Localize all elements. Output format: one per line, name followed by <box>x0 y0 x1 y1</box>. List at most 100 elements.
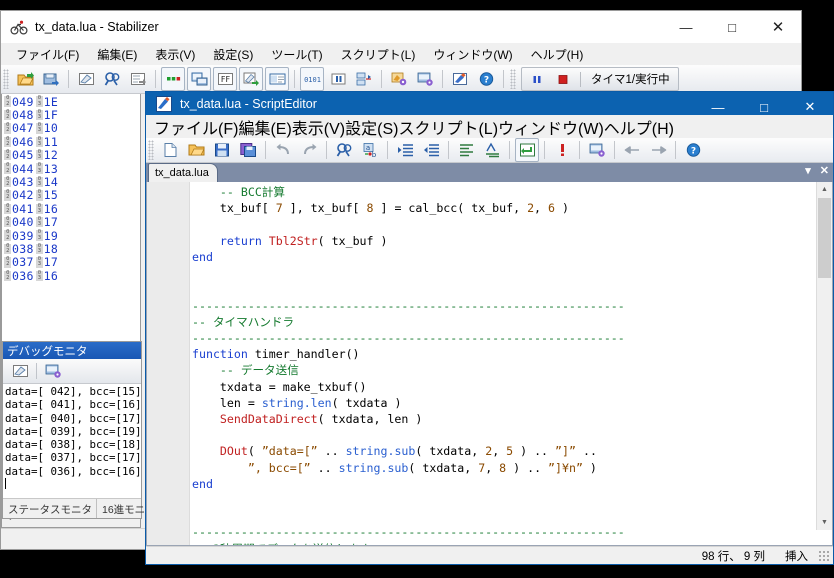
code-token: ( tx_buf ) <box>317 233 388 248</box>
toolbar-separator <box>387 141 388 160</box>
save-all-icon[interactable] <box>236 138 260 162</box>
find-icon[interactable] <box>332 138 356 162</box>
save-icon[interactable] <box>210 138 234 162</box>
menu-item-view[interactable]: 表示(V) <box>292 115 345 139</box>
find-icon[interactable] <box>100 67 124 91</box>
hex-value: 039 <box>12 228 34 243</box>
monitor-settings-icon[interactable] <box>41 359 65 383</box>
toolbar-grip[interactable] <box>3 69 9 89</box>
menu-item-view[interactable]: 表示(V) <box>146 44 204 65</box>
menu-item-settings[interactable]: 設定(S) <box>204 44 262 65</box>
help-icon[interactable]: ? <box>474 67 498 91</box>
erase-icon[interactable] <box>74 67 98 91</box>
code-text[interactable]: -- BCC計算 tx_buf[ 7 ], tx_buf[ 8 ] = cal_… <box>190 182 832 545</box>
clear-monitor-icon[interactable] <box>8 359 32 383</box>
menu-item-help[interactable]: ヘルプ(H) <box>604 115 674 139</box>
code-token: , <box>492 444 507 459</box>
new-file-icon[interactable] <box>158 138 182 162</box>
window-gear-icon[interactable] <box>413 67 437 91</box>
scroll-down-button[interactable]: ▼ <box>817 515 832 531</box>
edit-send-icon[interactable] <box>239 67 263 91</box>
outdent-icon[interactable] <box>480 138 504 162</box>
maximize-button[interactable]: □ <box>709 11 755 43</box>
redo-icon[interactable] <box>297 138 321 162</box>
stx-marker: 02 <box>4 122 11 134</box>
hex-value: 037 <box>12 255 34 270</box>
document-tab[interactable]: tx_data.lua <box>148 163 218 183</box>
forward-arrow-icon[interactable] <box>646 138 670 162</box>
pause-bars-icon[interactable] <box>326 67 350 91</box>
stx-marker: 02 <box>4 109 11 121</box>
maximize-button[interactable]: □ <box>741 92 787 122</box>
undo-icon[interactable] <box>271 138 295 162</box>
debug-monitor-title: デバッグモニタ <box>3 342 141 359</box>
hex-row: 0 2 037 0 3 17 <box>4 255 140 270</box>
code-line: ----------------------------------------… <box>192 298 832 314</box>
code-token: .. <box>575 444 597 459</box>
close-button[interactable]: ✕ <box>787 92 833 122</box>
hex-value: 040 <box>12 215 34 230</box>
menu-item-settings[interactable]: 設定(S) <box>345 115 398 139</box>
menu-item-file[interactable]: ファイル(F) <box>7 44 88 65</box>
etx-marker: 03 <box>35 189 43 201</box>
open-file-icon[interactable] <box>13 67 37 91</box>
code-editor-area[interactable]: -- BCC計算 tx_buf[ 7 ], tx_buf[ 8 ] = cal_… <box>146 182 833 547</box>
indent-increase-icon[interactable] <box>393 138 417 162</box>
code-token: len = <box>192 395 262 410</box>
scroll-up-button[interactable]: ▲ <box>817 182 832 198</box>
code-token: end <box>192 249 213 264</box>
align-left-icon[interactable] <box>454 138 478 162</box>
indent-decrease-icon[interactable] <box>419 138 443 162</box>
tab-list-dropdown[interactable]: ▾ <box>805 164 811 177</box>
menu-item-window[interactable]: ウィンドウ(W) <box>498 115 604 139</box>
binary-icon[interactable]: 0101 <box>300 67 324 91</box>
pause-icon[interactable] <box>525 67 549 91</box>
close-document-icon[interactable]: ✕ <box>820 164 829 177</box>
jump-icon[interactable] <box>126 67 150 91</box>
split-view-icon[interactable] <box>265 67 289 91</box>
monitor-icon[interactable] <box>187 67 211 91</box>
back-arrow-icon[interactable] <box>620 138 644 162</box>
menu-item-edit[interactable]: 編集(E) <box>88 44 146 65</box>
led-indicator-icon[interactable] <box>161 67 185 91</box>
menu-item-file[interactable]: ファイル(F) <box>154 115 238 139</box>
menu-item-script[interactable]: スクリプト(L) <box>398 115 498 139</box>
timer-toolbar-grip[interactable] <box>510 69 516 89</box>
menu-item-window[interactable]: ウィンドウ(W) <box>424 44 521 65</box>
menu-item-script[interactable]: スクリプト(L) <box>332 44 425 65</box>
toolbar-separator <box>326 141 327 160</box>
stx-marker: 02 <box>4 230 11 241</box>
script-settings-icon[interactable] <box>585 138 609 162</box>
hex-row: 0 2 045 0 3 12 <box>4 148 140 162</box>
close-button[interactable]: ✕ <box>755 11 801 43</box>
minimize-button[interactable]: — <box>695 92 741 122</box>
settings-gear-icon[interactable] <box>387 67 411 91</box>
script-editor-title-bar[interactable]: tx_data.lua - ScriptEditor — □ ✕ <box>146 92 833 116</box>
insert-mode-label: 挿入 <box>785 550 808 563</box>
menu-item-help[interactable]: ヘルプ(H) <box>522 44 593 65</box>
stop-icon[interactable] <box>551 67 575 91</box>
run-script-icon[interactable] <box>515 138 539 163</box>
menu-item-edit[interactable]: 編集(E) <box>238 115 291 139</box>
replace-icon[interactable]: a b <box>358 138 382 162</box>
editor-vertical-scrollbar[interactable]: ▲ ▼ <box>816 182 832 531</box>
tab-status-monitor[interactable]: ステータスモニタ <box>3 499 97 518</box>
split-data-icon[interactable] <box>352 67 376 91</box>
etx-marker: 03 <box>35 230 43 241</box>
script-edit-icon[interactable] <box>448 67 472 91</box>
bookmark-icon[interactable] <box>550 138 574 162</box>
ff-icon[interactable]: FF <box>213 67 237 91</box>
scroll-thumb[interactable] <box>818 198 831 279</box>
debug-monitor-output[interactable]: data=[ 042], bcc=[15] data=[ 041], bcc=[1… <box>3 384 141 498</box>
menu-item-tools[interactable]: ツール(T) <box>262 44 331 65</box>
help-icon[interactable]: ? <box>681 138 705 162</box>
code-token: timer_handler() <box>247 347 360 362</box>
minimize-button[interactable]: — <box>663 11 709 43</box>
resize-grip[interactable] <box>818 549 830 562</box>
save-send-icon[interactable] <box>39 67 63 91</box>
toolbar-grip[interactable] <box>148 140 154 161</box>
bike-icon <box>10 18 28 36</box>
open-file-icon[interactable] <box>184 138 208 162</box>
stabilizer-title-bar[interactable]: tx_data.lua - Stabilizer — □ ✕ <box>1 11 801 43</box>
